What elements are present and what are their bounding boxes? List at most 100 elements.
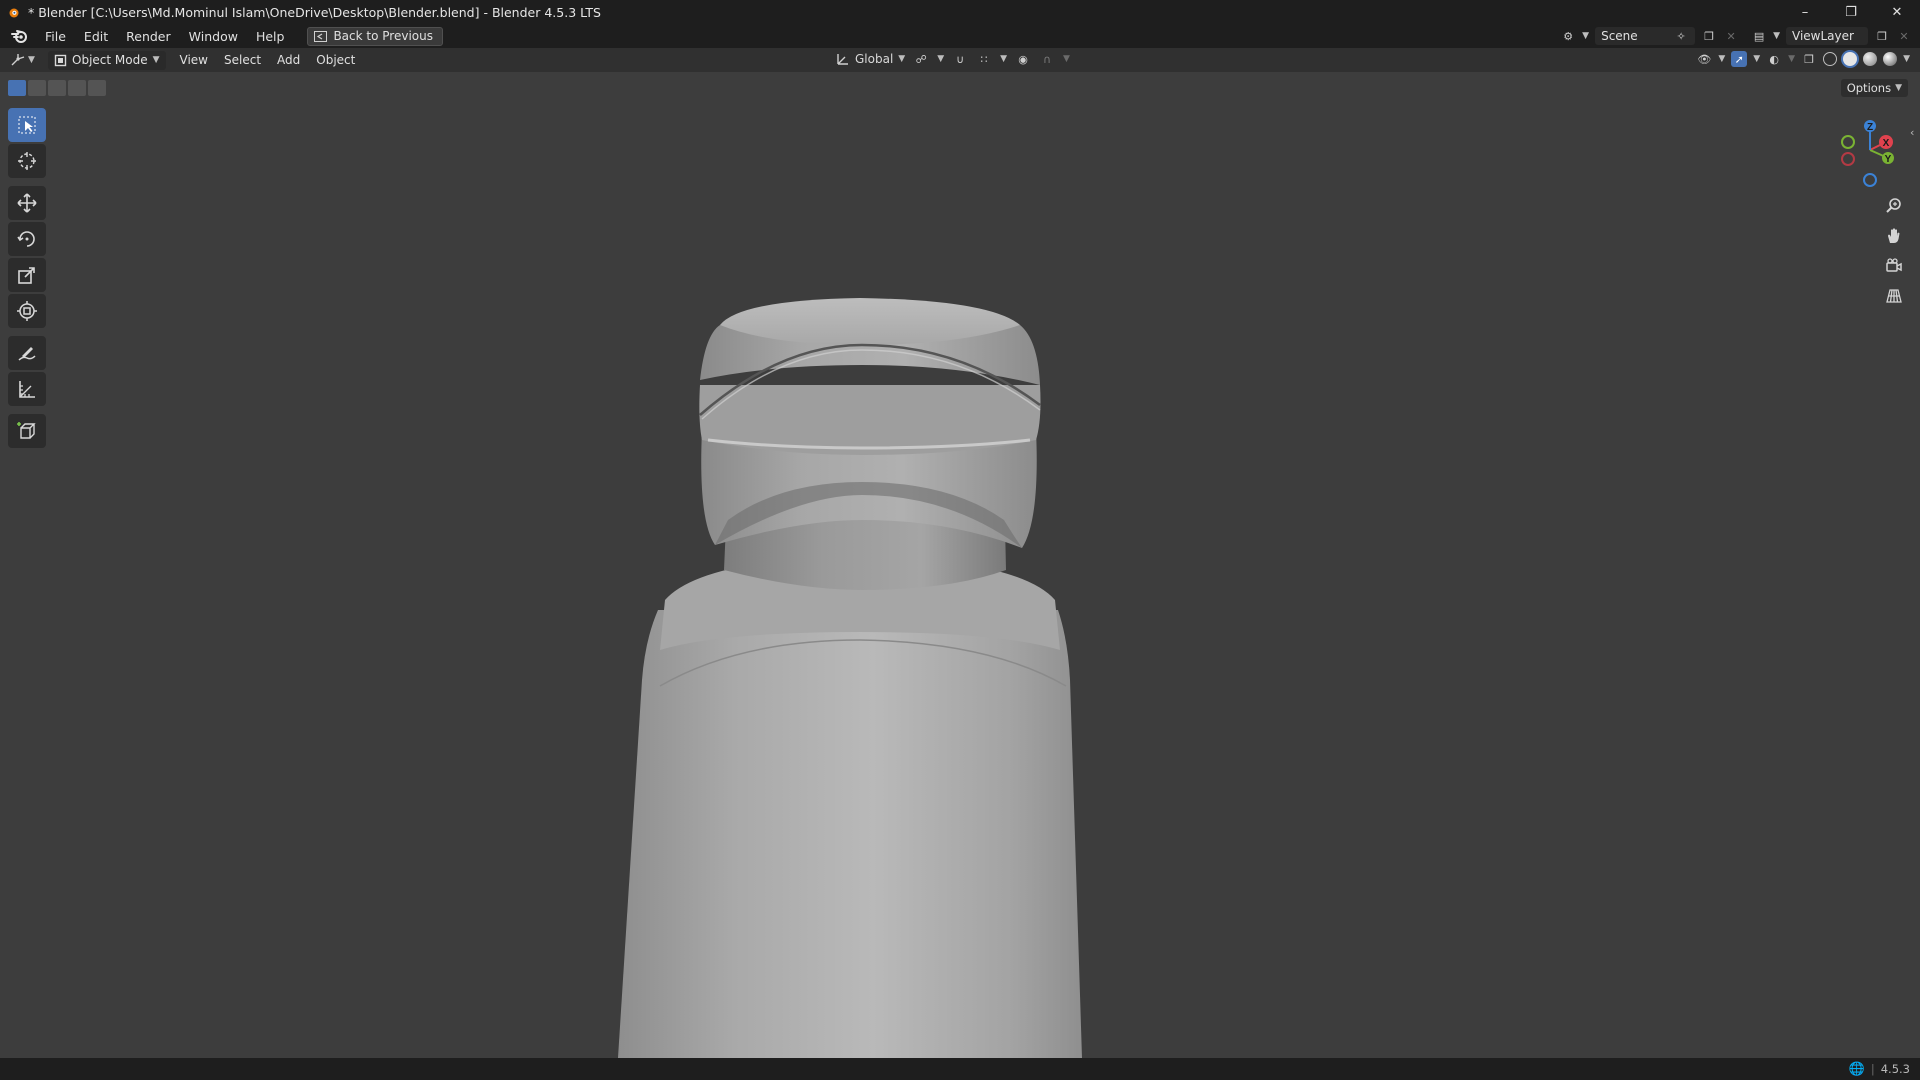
menu-window[interactable]: Window — [180, 29, 247, 44]
status-bar: 🌐 | 4.5.3 — [0, 1058, 1920, 1080]
falloff-icon[interactable]: ∩ — [1039, 51, 1055, 67]
menu-edit[interactable]: Edit — [75, 29, 117, 44]
chevron-down-icon[interactable]: ▼ — [1582, 31, 1589, 41]
xray-toggle-icon[interactable]: ❐ — [1801, 51, 1817, 67]
transform-settings-group: Global ▼ ☍ ▼ ∪ ∷ ▼ ◉ ∩ ▼ — [836, 51, 1070, 67]
chevron-down-icon[interactable]: ▼ — [937, 54, 944, 64]
scale-icon — [18, 267, 35, 284]
back-to-previous-button[interactable]: Back to Previous — [307, 26, 443, 46]
minimize-icon[interactable]: – — [1782, 0, 1828, 24]
3d-viewport-icon — [11, 54, 25, 66]
transform-tool[interactable] — [8, 294, 46, 328]
wireframe-shading-icon[interactable] — [1823, 52, 1838, 66]
window-title: * Blender [C:\Users\Md.Mominul Islam\One… — [28, 4, 601, 20]
version-label: 4.5.3 — [1880, 1062, 1910, 1076]
move-tool[interactable] — [8, 186, 46, 220]
object-mode-label: Object Mode — [72, 53, 148, 67]
zoom-glyph — [1886, 198, 1901, 213]
chevron-down-icon[interactable]: ▼ — [1773, 31, 1780, 41]
pan-hand-icon[interactable] — [1880, 222, 1908, 250]
viewlayer-name: ViewLayer — [1792, 29, 1854, 43]
delete-scene-icon[interactable]: ✕ — [1723, 28, 1739, 44]
gizmo-neg-z-axis[interactable] — [1863, 173, 1877, 187]
gizmo-neg-y-axis[interactable] — [1841, 135, 1855, 149]
3d-viewport[interactable] — [0, 72, 1920, 1058]
delete-viewlayer-icon[interactable]: ✕ — [1896, 28, 1912, 44]
status-separator: | — [1870, 1062, 1875, 1076]
chevron-down-icon[interactable]: ▼ — [1753, 54, 1760, 64]
menu-view[interactable]: View — [172, 53, 216, 67]
snap-increment-icon[interactable]: ∷ — [976, 51, 992, 67]
chevron-down-icon: ▼ — [1895, 83, 1902, 93]
menu-add[interactable]: Add — [269, 53, 308, 67]
solid-shading-icon[interactable] — [1843, 52, 1858, 66]
pivot-point-icon[interactable]: ☍ — [913, 51, 929, 67]
menu-render[interactable]: Render — [117, 29, 180, 44]
menu-select[interactable]: Select — [216, 53, 269, 67]
select-mode-subtract-icon[interactable] — [48, 80, 66, 96]
zoom-icon[interactable] — [1880, 192, 1908, 220]
cursor-tool[interactable] — [8, 144, 46, 178]
chevron-down-icon[interactable]: ▼ — [1718, 54, 1725, 64]
blender-logo-icon[interactable] — [10, 28, 28, 44]
perspective-toggle-icon[interactable] — [1880, 282, 1908, 310]
editor-type-selector[interactable]: ▼ — [10, 50, 42, 70]
close-icon[interactable]: ✕ — [1874, 0, 1920, 24]
camera-glyph — [1886, 258, 1902, 272]
grid-glyph — [1886, 289, 1902, 303]
add-cube-tool[interactable] — [8, 414, 46, 448]
select-mode-intersect-icon[interactable] — [88, 80, 106, 96]
select-box-tool[interactable] — [8, 108, 46, 142]
chevron-down-icon[interactable]: ▼ — [1000, 54, 1007, 64]
object-mode-dropdown[interactable]: Object Mode ▼ — [48, 50, 166, 70]
title-bar: * Blender [C:\Users\Md.Mominul Islam\One… — [0, 0, 1920, 24]
bottle-body — [618, 610, 1082, 1058]
gizmo-toggle-icon[interactable]: ➚ — [1731, 51, 1748, 67]
scene-selector-icon[interactable]: ⚙ — [1560, 28, 1576, 44]
camera-view-icon[interactable] — [1880, 252, 1908, 280]
chevron-down-icon[interactable]: ▼ — [1903, 54, 1910, 64]
chevron-down-icon[interactable]: ▼ — [1063, 54, 1070, 64]
pin-icon[interactable]: ✧ — [1673, 28, 1689, 44]
select-mode-group — [8, 80, 106, 96]
new-scene-icon[interactable]: ❐ — [1701, 28, 1717, 44]
viewlayer-selector-icon[interactable]: ▤ — [1751, 28, 1767, 44]
orientation-label: Global — [855, 52, 894, 66]
visibility-icon[interactable]: 👁 — [1696, 51, 1712, 67]
options-dropdown[interactable]: Options ▼ — [1840, 79, 1908, 97]
menu-file[interactable]: File — [36, 29, 75, 44]
select-mode-new-icon[interactable] — [8, 80, 26, 96]
hand-glyph — [1888, 228, 1900, 243]
restore-icon[interactable]: ❐ — [1828, 0, 1874, 24]
rendered-shading-icon[interactable] — [1883, 52, 1898, 66]
scale-tool[interactable] — [8, 258, 46, 292]
overlays-toggle-icon[interactable]: ◐ — [1766, 51, 1782, 67]
proportional-editing-icon[interactable]: ◉ — [1015, 51, 1031, 67]
select-mode-invert-icon[interactable] — [68, 80, 86, 96]
viewlayer-field[interactable]: ViewLayer — [1786, 27, 1868, 45]
menu-object[interactable]: Object — [308, 53, 363, 67]
navigation-gizmo[interactable]: X Y Z — [1830, 112, 1910, 192]
transform-icon — [17, 301, 37, 321]
new-viewlayer-icon[interactable]: ❐ — [1874, 28, 1890, 44]
window-controls: – ❐ ✕ — [1782, 0, 1920, 24]
back-to-previous-label: Back to Previous — [333, 29, 433, 43]
orientation-dropdown[interactable]: Global ▼ — [836, 52, 905, 66]
chevron-down-icon: ▼ — [28, 55, 35, 65]
select-mode-extend-icon[interactable] — [28, 80, 46, 96]
scene-field[interactable]: Scene ✧ — [1595, 27, 1696, 45]
annotate-tool[interactable] — [8, 336, 46, 370]
menu-help[interactable]: Help — [247, 29, 294, 44]
material-shading-icon[interactable] — [1863, 52, 1878, 66]
network-icon: 🌐 — [1848, 1061, 1865, 1077]
add-cube-icon — [17, 422, 36, 439]
measure-icon — [19, 381, 35, 398]
chevron-down-icon[interactable]: ▼ — [1788, 54, 1795, 64]
rotate-tool[interactable] — [8, 222, 46, 256]
measure-tool[interactable] — [8, 372, 46, 406]
snap-icon[interactable]: ∪ — [952, 51, 968, 67]
chevron-down-icon: ▼ — [152, 55, 160, 65]
sidebar-toggle-icon[interactable]: ‹ — [1910, 126, 1914, 139]
gizmo-neg-x-axis[interactable] — [1841, 152, 1855, 166]
scene-name: Scene — [1601, 29, 1638, 43]
